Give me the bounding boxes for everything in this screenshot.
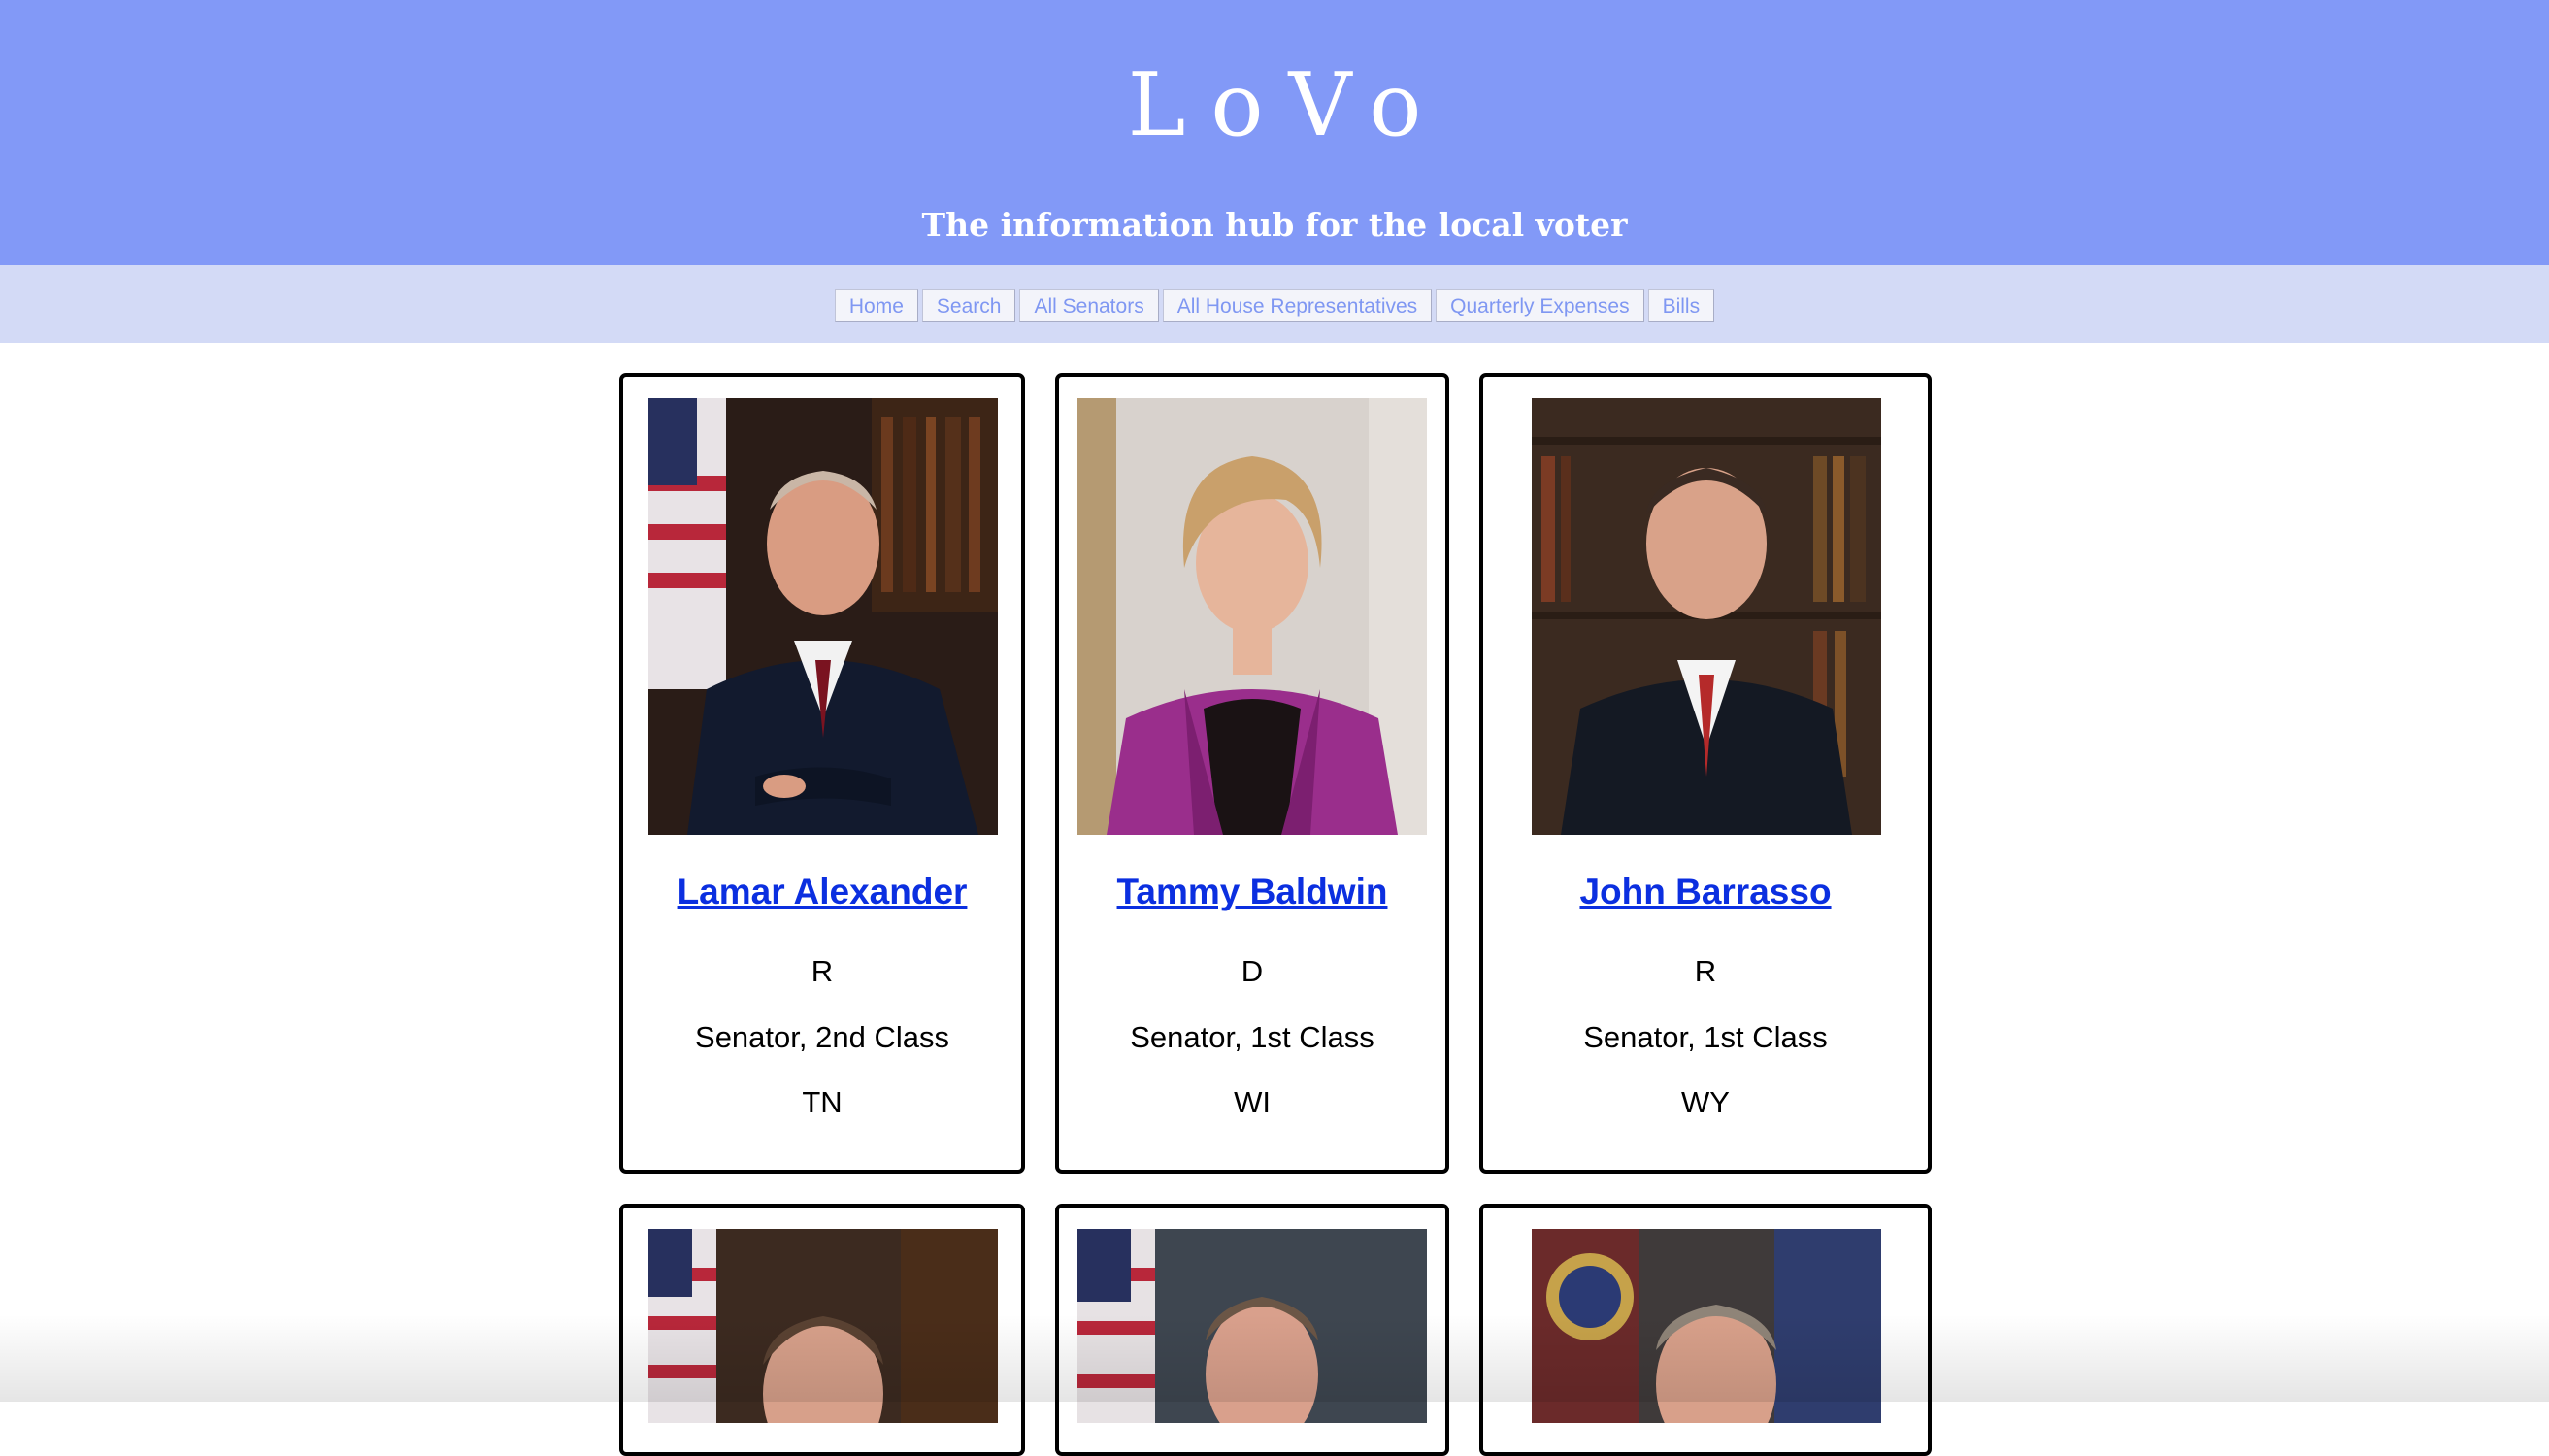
nav-home-button[interactable]: Home (834, 289, 918, 322)
senator-name-link[interactable]: John Barrasso (1483, 869, 1928, 915)
senator-photo (1077, 1229, 1427, 1423)
senator-card: John Barrasso R Senator, 1st Class WY (1479, 373, 1932, 1174)
senator-card (619, 1204, 1025, 1456)
site-tagline: The information hub for the local voter (921, 206, 1628, 244)
senator-card: Lamar Alexander R Senator, 2nd Class TN (619, 373, 1025, 1174)
senator-card (1479, 1204, 1932, 1456)
nav-quarterly-expenses-button[interactable]: Quarterly Expenses (1436, 289, 1644, 322)
site-header: LoVo The information hub for the local v… (0, 0, 2549, 265)
senator-party: D (1241, 954, 1264, 988)
senator-name-link[interactable]: Lamar Alexander (623, 869, 1021, 915)
nav-bills-button[interactable]: Bills (1647, 289, 1715, 322)
senator-role: Senator, 1st Class (1130, 1020, 1374, 1054)
site-title: LoVo (1127, 54, 1447, 156)
senator-photo (648, 398, 998, 835)
nav-bar: Home Search All Senators All House Repre… (0, 265, 2549, 343)
nav-all-senators-button[interactable]: All Senators (1019, 289, 1159, 322)
senator-party: R (811, 954, 834, 988)
senator-photo (1077, 398, 1427, 835)
senator-role: Senator, 2nd Class (695, 1020, 949, 1054)
senator-card: Tammy Baldwin D Senator, 1st Class WI (1055, 373, 1449, 1174)
senator-photo (648, 1229, 998, 1423)
senator-party: R (1694, 954, 1717, 988)
senator-photo (1532, 1229, 1881, 1423)
senator-role: Senator, 1st Class (1583, 1020, 1828, 1054)
nav-all-house-representatives-button[interactable]: All House Representatives (1162, 289, 1433, 322)
senator-photo (1532, 398, 1881, 835)
senator-state: WY (1681, 1085, 1730, 1119)
senator-state: WI (1234, 1085, 1271, 1119)
senator-state: TN (802, 1085, 843, 1119)
senator-name-link[interactable]: Tammy Baldwin (1059, 869, 1445, 915)
nav-list: Home Search All Senators All House Repre… (0, 289, 2549, 324)
nav-search-button[interactable]: Search (921, 289, 1016, 322)
senator-card (1055, 1204, 1449, 1456)
